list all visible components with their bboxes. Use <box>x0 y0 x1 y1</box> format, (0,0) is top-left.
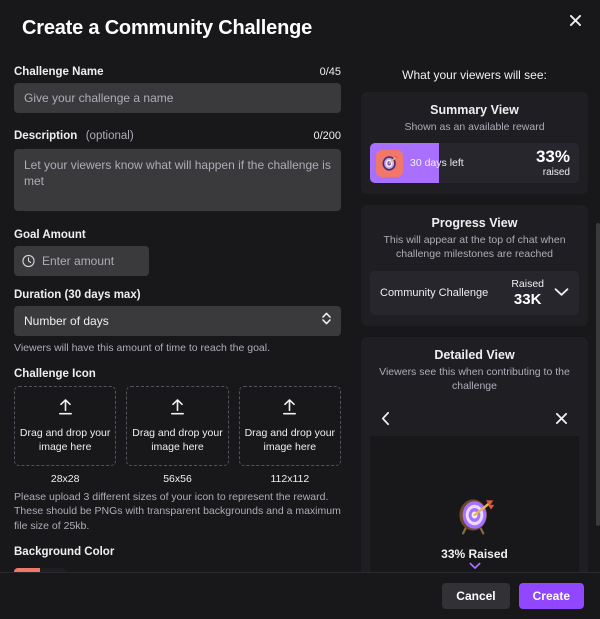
summary-view-preview: 30 days left 33% raised <box>370 143 579 184</box>
modal-body: Challenge Name 0/45 Description (optiona… <box>0 56 600 572</box>
duration-field: Duration (30 days max) Viewers will have… <box>14 289 341 355</box>
close-icon[interactable] <box>562 7 588 33</box>
preview-heading: What your viewers will see: <box>402 68 547 82</box>
background-color-label: Background Color <box>14 545 115 558</box>
detailed-raised-caption: 33% Raised <box>441 546 508 561</box>
days-left-label: 30 days left <box>410 157 464 170</box>
upload-dropzone-112[interactable]: Drag and drop your image here <box>238 386 341 467</box>
upload-arrow-icon <box>169 398 186 422</box>
background-color-field: Background Color <box>14 546 341 572</box>
progress-raised-value: 33K <box>513 290 542 308</box>
progress-raised-label: Raised <box>511 277 544 290</box>
create-button[interactable]: Create <box>518 583 584 609</box>
challenge-name-label: Challenge Name <box>14 66 104 78</box>
challenge-icon-helper-text: Please upload 3 different sizes of your … <box>14 491 341 532</box>
upload-size-56: 56x56 <box>163 473 192 486</box>
summary-left: 30 days left <box>376 149 464 177</box>
description-label-group: Description (optional) <box>14 126 134 144</box>
modal-footer: Cancel Create <box>0 572 600 619</box>
upload-col-28: Drag and drop your image here 28x28 <box>14 386 117 486</box>
goal-amount-field: Goal Amount <box>14 229 341 276</box>
upload-text-56: Drag and drop your image here <box>132 427 223 453</box>
preview-scrollbar-thumb[interactable] <box>596 223 600 526</box>
preview-scrollbar[interactable] <box>596 62 600 566</box>
duration-label-row: Duration (30 days max) <box>14 289 341 301</box>
challenge-icon-label-row: Challenge Icon <box>14 368 341 380</box>
page-title: Create a Community Challenge <box>22 16 313 39</box>
challenge-name-field: Challenge Name 0/45 <box>14 66 341 113</box>
description-counter: 0/200 <box>313 130 341 142</box>
challenge-icon-label: Challenge Icon <box>14 368 96 381</box>
challenge-name-counter: 0/45 <box>319 66 341 78</box>
summary-view-card: Summary View Shown as an available rewar… <box>361 92 588 195</box>
detailed-view-body: 33% Raised <box>370 436 579 572</box>
chevron-down-icon[interactable] <box>469 562 481 572</box>
upload-text-112: Drag and drop your image here <box>244 427 336 453</box>
background-color-label-row: Background Color <box>14 546 341 558</box>
upload-dropzone-28[interactable]: Drag and drop your image here <box>14 386 117 467</box>
progress-raised-group: Raised 33K <box>511 278 544 308</box>
description-label-row: Description (optional) 0/200 <box>14 126 341 144</box>
goal-amount-input[interactable] <box>14 246 149 276</box>
chevron-left-icon[interactable] <box>381 411 390 426</box>
progress-view-preview: Community Challenge Raised 33K <box>370 270 579 315</box>
duration-helper-text: Viewers will have this amount of time to… <box>14 342 271 354</box>
description-field: Description (optional) 0/200 <box>14 126 341 216</box>
progress-challenge-name: Community Challenge <box>380 286 489 299</box>
detailed-view-topbar <box>370 401 579 436</box>
detailed-view-card: Detailed View Viewers see this when cont… <box>361 336 588 572</box>
progress-view-title: Progress View <box>431 216 518 231</box>
summary-percent-sub: raised <box>542 167 570 179</box>
chevron-down-icon[interactable] <box>554 284 569 302</box>
detailed-view-subtitle: Viewers see this when contributing to th… <box>379 365 570 392</box>
upload-arrow-icon <box>57 398 74 422</box>
upload-size-28: 28x28 <box>50 473 80 486</box>
detailed-view-title: Detailed View <box>434 347 515 362</box>
cancel-button[interactable]: Cancel <box>442 583 510 609</box>
upload-size-112: 112x112 <box>270 473 310 486</box>
summary-view-title: Summary View <box>430 103 519 117</box>
description-optional-label: (optional) <box>85 130 134 142</box>
goal-amount-label-row: Goal Amount <box>14 229 341 241</box>
summary-content: 30 days left 33% raised <box>370 148 579 178</box>
summary-percent: 33% <box>535 147 570 167</box>
upload-col-112: Drag and drop your image here 112x112 <box>238 386 341 486</box>
summary-view-subtitle: Shown as an available reward <box>404 121 545 133</box>
description-input[interactable] <box>14 149 341 211</box>
upload-col-56: Drag and drop your image here 56x56 <box>126 386 229 486</box>
upload-arrow-icon <box>281 398 298 422</box>
summary-right: 33% raised <box>536 148 570 178</box>
target-icon <box>376 149 403 177</box>
duration-select[interactable] <box>14 306 341 336</box>
challenge-icon-field: Challenge Icon Drag and drop your image … <box>14 368 341 533</box>
progress-view-subtitle: This will appear at the top of chat when… <box>383 234 566 261</box>
goal-amount-input-wrap <box>14 246 149 276</box>
close-icon[interactable] <box>555 412 568 425</box>
upload-dropzone-56[interactable]: Drag and drop your image here <box>126 386 229 467</box>
detailed-view-preview: 33% Raised <box>370 401 579 572</box>
create-community-challenge-modal: Create a Community Challenge Challenge N… <box>0 0 600 619</box>
description-label: Description <box>14 130 78 142</box>
upload-row: Drag and drop your image here 28x28 Drag… <box>14 386 341 485</box>
progress-view-card: Progress View This will appear at the to… <box>361 205 588 326</box>
modal-header: Create a Community Challenge <box>0 0 600 56</box>
duration-label: Duration (30 days max) <box>14 289 141 301</box>
preview-column: What your viewers will see: Summary View… <box>355 56 600 572</box>
form-column: Challenge Name 0/45 Description (optiona… <box>0 56 355 572</box>
challenge-name-label-row: Challenge Name 0/45 <box>14 66 341 78</box>
target-icon <box>453 493 497 542</box>
progress-right: Raised 33K <box>511 278 569 308</box>
challenge-name-input[interactable] <box>14 83 341 113</box>
upload-text-28: Drag and drop your image here <box>19 427 111 453</box>
duration-select-wrap <box>14 306 341 336</box>
goal-amount-label: Goal Amount <box>14 229 86 241</box>
